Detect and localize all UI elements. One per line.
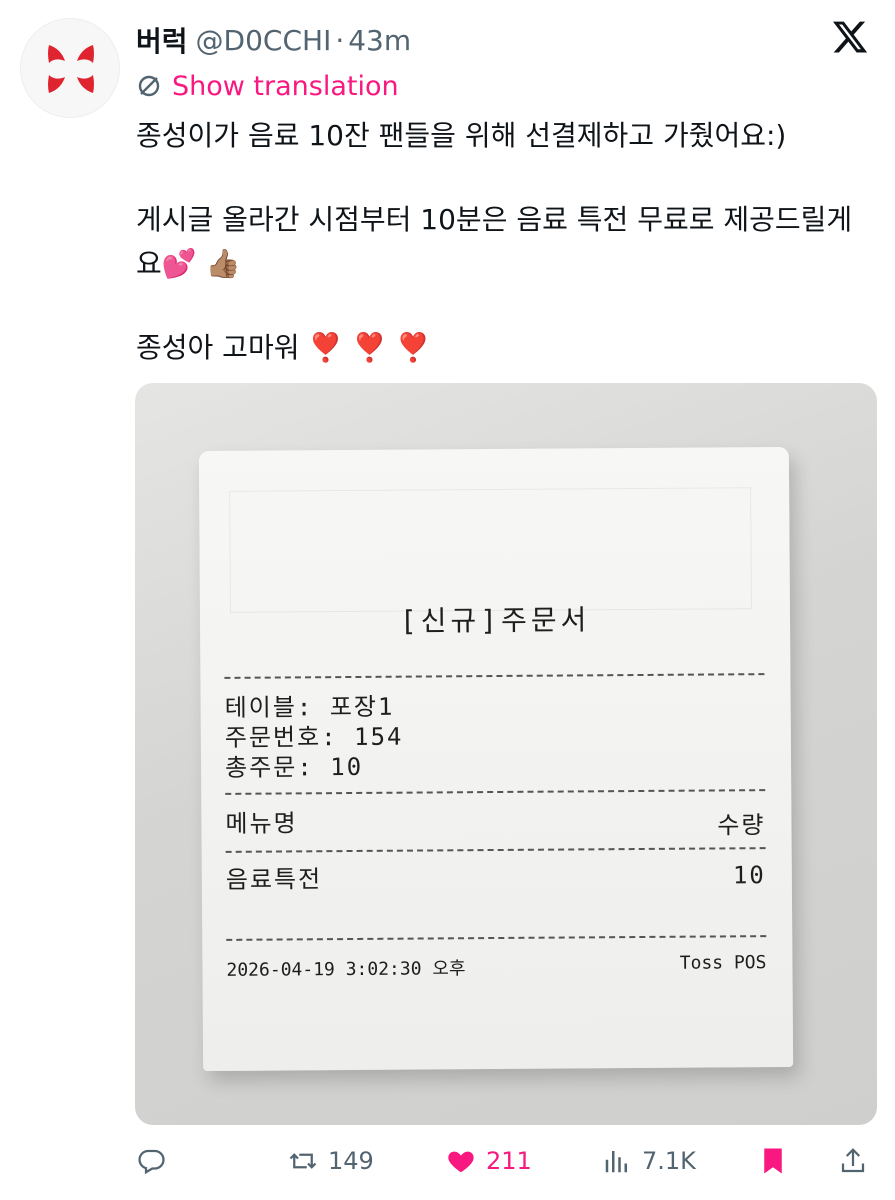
receipt-menu-header: 메뉴명 — [225, 809, 298, 838]
receipt-divider — [225, 789, 766, 795]
bookmark-icon — [764, 1148, 782, 1174]
action-bar: 149 211 7.1K — [0, 1136, 895, 1186]
receipt-table: 테이블: 포장1 — [224, 692, 395, 722]
receipt-divider — [225, 847, 766, 853]
post-time[interactable]: 43m — [348, 24, 411, 57]
retweet-icon — [289, 1153, 317, 1169]
receipt-order-number: 주문번호: 154 — [224, 722, 404, 752]
separator-dot: · — [335, 23, 345, 57]
tweet-paragraph-2: 게시글 올라간 시점부터 10분은 음료 특전 무료로 제공드릴게요💕 👍🏽 — [136, 203, 853, 280]
views-count: 7.1K — [642, 1147, 696, 1175]
views-button[interactable]: 7.1K — [602, 1136, 696, 1186]
show-translation-label: Show translation — [172, 70, 399, 102]
tweet-paragraph-1: 종성이가 음료 10잔 팬들을 위해 선결제하고 가줬어요:) — [136, 119, 787, 152]
heart-icon — [448, 1151, 474, 1173]
avatar[interactable] — [20, 18, 120, 118]
reply-icon — [138, 1149, 165, 1175]
tweet-photo[interactable]: [신규]주문서 테이블: 포장1 주문번호: 154 총주문: 10 메뉴명 수… — [135, 383, 877, 1125]
receipt-divider — [224, 673, 765, 679]
receipt-divider — [226, 935, 767, 941]
like-button[interactable]: 211 — [446, 1136, 532, 1186]
share-button[interactable] — [838, 1136, 868, 1186]
receipt: [신규]주문서 테이블: 포장1 주문번호: 154 총주문: 10 메뉴명 수… — [199, 447, 793, 1071]
receipt-item-name: 음료특전 — [225, 865, 323, 894]
share-icon — [841, 1148, 865, 1173]
show-translation-link[interactable]: Show translation — [136, 66, 399, 106]
receipt-pos: Toss POS — [679, 952, 767, 974]
receipt-total-orders: 총주문: 10 — [224, 752, 364, 782]
views-icon — [605, 1151, 627, 1173]
receipt-qty-header: 수량 — [717, 811, 766, 840]
receipt-item-qty: 10 — [732, 861, 766, 890]
like-count: 211 — [486, 1147, 532, 1175]
tweet-paragraph-3: 종성아 고마워 ❣️ ❣️ ❣️ — [136, 331, 431, 364]
anger-symbol-icon — [48, 45, 94, 93]
x-logo-icon[interactable] — [831, 18, 869, 56]
bookmark-button[interactable] — [758, 1136, 788, 1186]
author-handle[interactable]: @D0CCHI — [196, 24, 332, 57]
author-name[interactable]: 버럭 — [136, 20, 188, 60]
receipt-title: [신규]주문서 — [399, 603, 591, 638]
retweet-count: 149 — [328, 1147, 374, 1175]
reply-button[interactable] — [136, 1136, 166, 1186]
tweet-header: 버럭 @D0CCHI · 43m — [136, 18, 411, 62]
receipt-datetime: 2026-04-19 3:02:30 오후 — [226, 958, 466, 981]
receipt-paper: [신규]주문서 테이블: 포장1 주문번호: 154 총주문: 10 메뉴명 수… — [198, 446, 794, 1072]
retweet-button[interactable]: 149 — [288, 1136, 374, 1186]
translate-icon — [138, 75, 160, 97]
